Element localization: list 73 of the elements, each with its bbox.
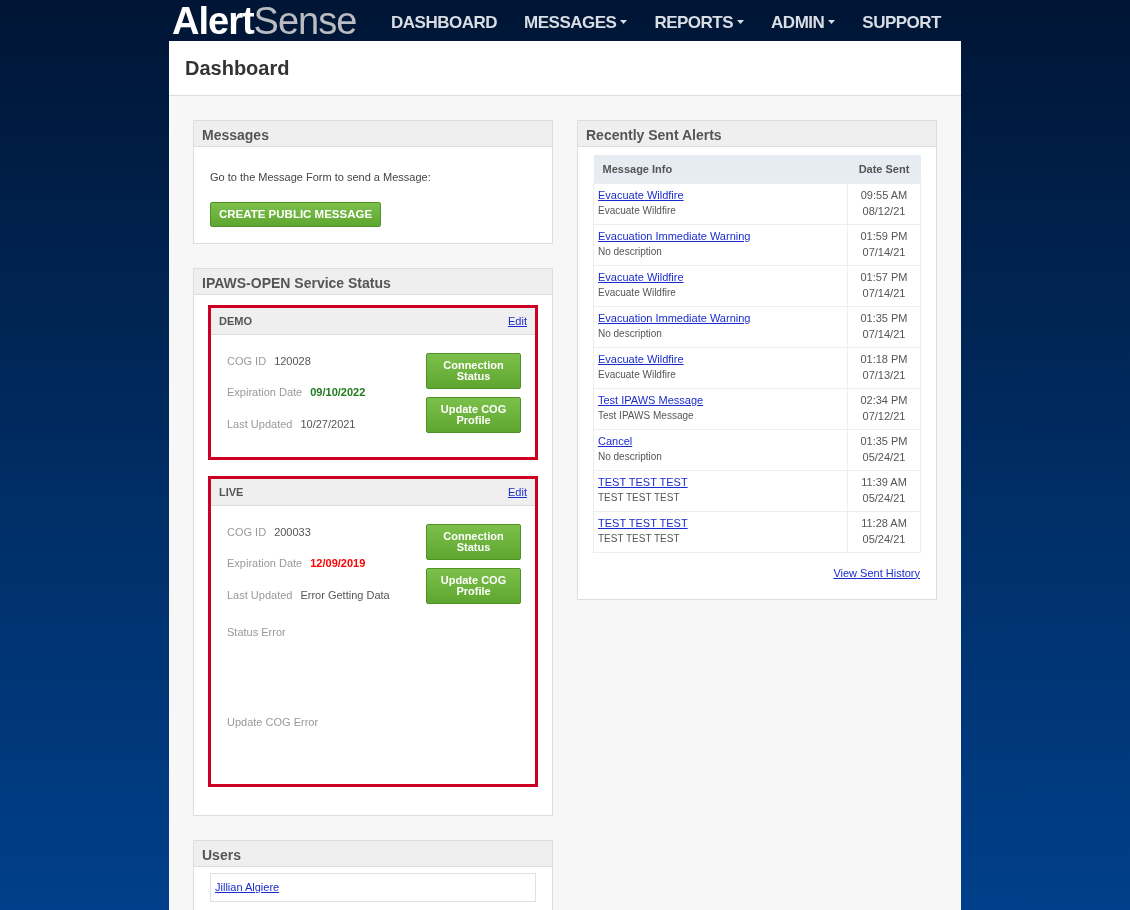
column-header: Message Info — [593, 155, 848, 183]
field-label: Expiration Date — [227, 386, 303, 398]
alert-description: TEST TEST TEST — [598, 490, 681, 505]
alert-description: No description — [598, 449, 663, 464]
field-label: Expiration Date — [227, 557, 303, 569]
edit-link[interactable]: Edit — [508, 312, 527, 329]
sent-time: 11:39 AM — [860, 474, 908, 490]
nav-link[interactable]: DASHBOARD — [391, 9, 498, 35]
panel-title: IPAWS-OPEN Service Status — [194, 268, 552, 295]
expiration-date-value: 12/09/2019 — [310, 557, 366, 569]
last-updated-value: 10/27/2021 — [300, 417, 356, 430]
field-label: COG ID — [227, 525, 267, 538]
panel-title: Users — [194, 841, 552, 867]
alert-link[interactable]: Evacuate Wildfire — [598, 270, 684, 283]
alert-description: TEST TEST TEST — [598, 531, 681, 546]
expiration-date-value: 09/10/2022 — [310, 386, 366, 398]
caret-icon — [620, 20, 628, 25]
panel-title: Recently Sent Alerts — [578, 121, 936, 147]
environment-name: LIVE — [219, 484, 244, 500]
alert-link[interactable]: TEST TEST TEST — [598, 475, 688, 488]
sent-date: 05/24/21 — [861, 449, 907, 465]
caret-icon — [737, 20, 745, 25]
nav-link[interactable]: REPORTS — [654, 9, 745, 35]
sent-time: 02:34 PM — [859, 392, 909, 408]
alert-link[interactable]: TEST TEST TEST — [598, 516, 688, 529]
error-label: Status Error — [227, 625, 287, 640]
sent-date: 07/14/21 — [861, 326, 907, 342]
sent-time: 01:18 PM — [859, 351, 909, 367]
sent-time: 11:28 AM — [860, 515, 908, 531]
logo[interactable]: AlertSense — [169, 1, 357, 41]
cog-id-value: 120028 — [274, 354, 311, 367]
sent-date: 07/13/21 — [861, 367, 907, 383]
sent-date: 07/14/21 — [861, 285, 907, 301]
nav-link[interactable]: SUPPORT — [862, 9, 941, 35]
page-title: Dashboard — [185, 56, 291, 80]
history-link[interactable]: View Sent History — [833, 566, 920, 579]
cog-id-value: 200033 — [274, 525, 311, 538]
alert-description: Evacuate Wildfire — [598, 367, 677, 382]
error-label: Update COG Error — [227, 714, 320, 730]
column-header: Date Sent — [847, 155, 921, 183]
alert-link[interactable]: Evacuate Wildfire — [598, 352, 684, 365]
edit-link[interactable]: Edit — [508, 483, 527, 500]
user-link[interactable]: Jillian Algiere — [215, 881, 280, 893]
alert-link[interactable]: Evacuation Immediate Warning — [598, 229, 751, 242]
alert-link[interactable]: Cancel — [598, 434, 633, 447]
field-label: Last Updated — [227, 417, 293, 430]
field-label: COG ID — [227, 354, 267, 367]
nav-link[interactable]: MESSAGES — [524, 9, 628, 35]
alert-description: Evacuate Wildfire — [598, 203, 677, 218]
alert-description: Test IPAWS Message — [598, 408, 695, 423]
sent-date: 07/14/21 — [861, 244, 907, 260]
nav-link[interactable]: ADMIN — [771, 9, 836, 35]
sent-date: 05/24/21 — [861, 490, 907, 506]
last-updated-value: Error Getting Data — [300, 588, 390, 601]
sent-time: 01:35 PM — [859, 310, 909, 326]
alert-link[interactable]: Evacuate Wildfire — [598, 188, 684, 201]
environment-name: DEMO — [219, 313, 252, 329]
sent-date: 07/12/21 — [861, 408, 907, 424]
sent-time: 01:57 PM — [859, 269, 909, 285]
caret-icon — [828, 20, 836, 25]
alert-link[interactable]: Test IPAWS Message — [598, 393, 704, 406]
alert-description: Evacuate Wildfire — [598, 285, 677, 300]
panel-title: Messages — [194, 121, 552, 147]
alert-description: No description — [598, 326, 663, 341]
sent-date: 08/12/21 — [861, 203, 907, 219]
alert-link[interactable]: Evacuation Immediate Warning — [598, 311, 751, 324]
alert-description: No description — [598, 244, 663, 259]
sent-time: 01:59 PM — [859, 228, 909, 244]
prompt-text: Go to the Message Form to send a Message: — [210, 170, 432, 185]
sent-date: 05/24/21 — [861, 531, 907, 547]
field-label: Last Updated — [227, 588, 293, 601]
sent-time: 09:55 AM — [859, 187, 909, 203]
sent-time: 01:35 PM — [859, 433, 909, 449]
